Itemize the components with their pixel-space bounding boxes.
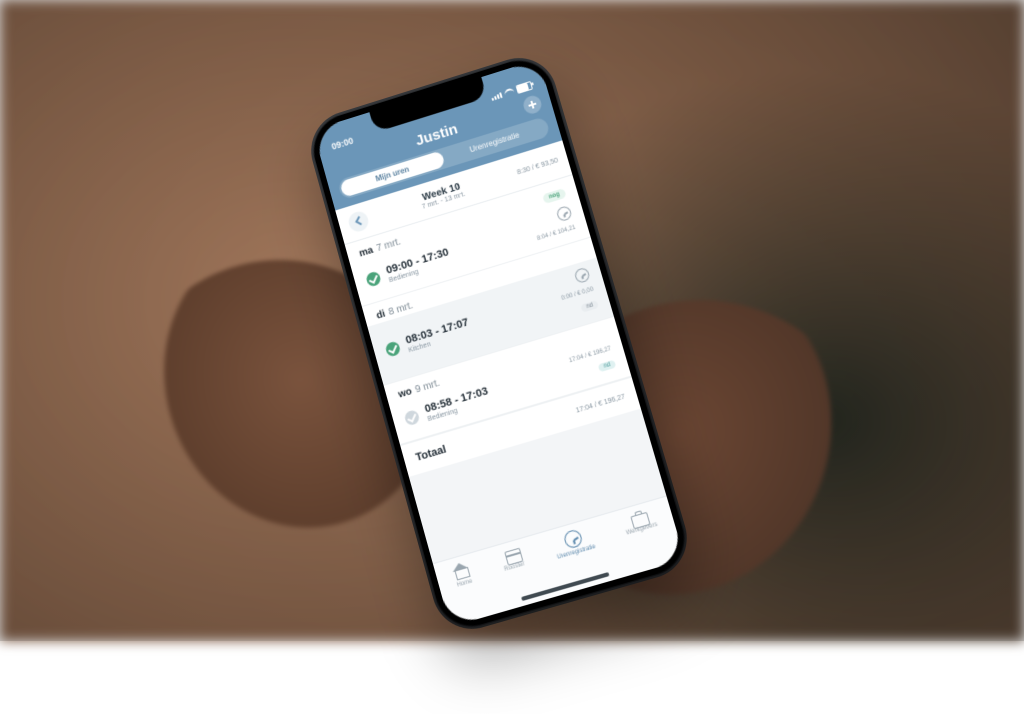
- check-icon: [384, 340, 401, 357]
- clock-icon: [574, 267, 591, 284]
- tab-home[interactable]: Home: [450, 561, 474, 589]
- shift-summary: 0:00 / € 0,00: [561, 287, 595, 302]
- tab-label: Urenregistratie: [557, 544, 597, 561]
- calendar-icon: [504, 548, 523, 566]
- tab-label: Home: [456, 578, 473, 588]
- week-summary: 8:30 / € 93,50: [516, 157, 559, 176]
- briefcase-icon: [630, 512, 650, 530]
- tab-rooster[interactable]: Rooster: [499, 546, 525, 573]
- shift-summary: 8:04 / € 104,21: [537, 225, 577, 242]
- tab-label: Rooster: [504, 561, 526, 573]
- tab-label: Werkgevers: [626, 522, 659, 537]
- tab-werkgevers[interactable]: Werkgevers: [621, 507, 658, 537]
- shift-badge: nd: [598, 360, 616, 373]
- total-label: Totaal: [414, 443, 447, 463]
- stage: 09:00 Justin Mijn uren Urenregistratie: [0, 0, 1024, 641]
- home-icon: [450, 561, 472, 582]
- total-value: 17:04 / € 196,27: [575, 393, 626, 414]
- check-icon: [365, 270, 382, 287]
- day-of-week: ma: [358, 245, 374, 259]
- clock-icon: [563, 528, 584, 549]
- phone-frame: 09:00 Justin Mijn uren Urenregistratie: [302, 48, 696, 638]
- header-spacer: [333, 162, 350, 167]
- day-of-week: di: [375, 309, 386, 322]
- clock-icon: [556, 205, 573, 222]
- shift-badge: nd: [581, 300, 599, 312]
- tab-uren[interactable]: Urenregistratie: [551, 525, 596, 561]
- wifi-icon: [503, 87, 515, 97]
